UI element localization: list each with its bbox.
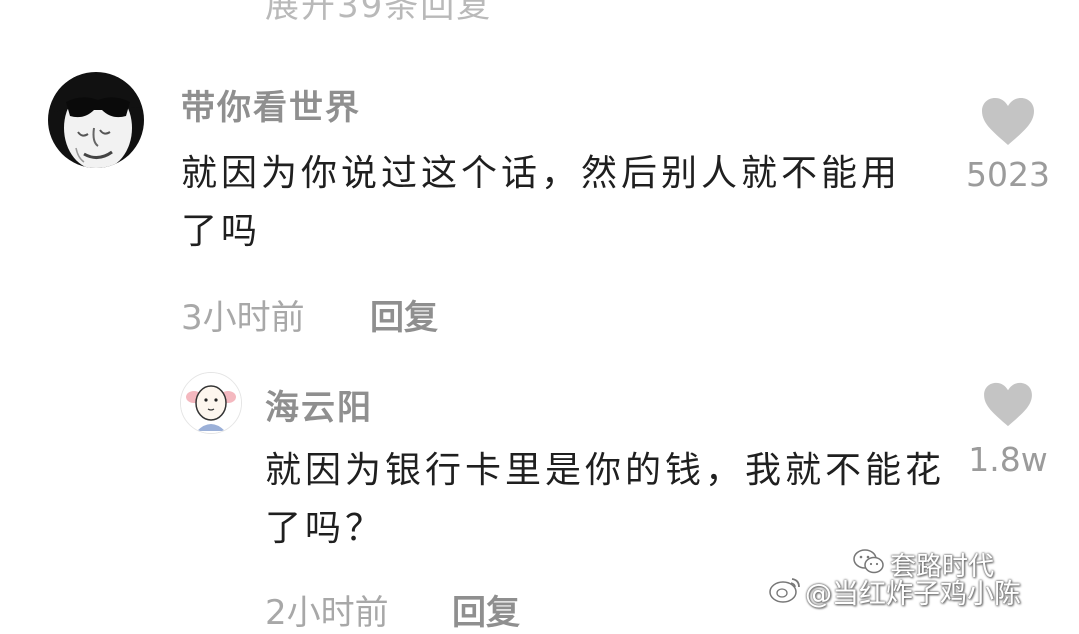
like-button[interactable] — [982, 382, 1034, 428]
comment-username[interactable]: 海云阳 — [265, 380, 373, 429]
reply-button[interactable]: 回复 — [370, 290, 438, 339]
comment-timestamp: 2小时前 — [265, 593, 389, 633]
avatar[interactable] — [180, 372, 242, 434]
comment-text: 就因为你说过这个话，然后别人就不能用了吗 — [181, 153, 902, 252]
reply-button[interactable]: 回复 — [452, 585, 520, 634]
weibo-icon — [768, 574, 802, 604]
avatar[interactable] — [48, 72, 144, 168]
like-button[interactable] — [980, 97, 1036, 147]
like-count: 1.8w — [968, 440, 1048, 479]
comment-text: 就因为银行卡里是你的钱，我就不能花了吗？ — [265, 450, 946, 549]
weibo-account-watermark: @当红炸子鸡小陈 — [805, 579, 1021, 610]
meme-face-avatar-icon — [48, 72, 144, 168]
heart-icon — [984, 382, 1032, 427]
cartoon-pig-avatar-icon — [181, 373, 241, 433]
comment-username[interactable]: 带你看世界 — [181, 80, 361, 129]
expand-replies-link[interactable]: 展开39条回复 — [265, 0, 492, 27]
heart-icon — [982, 98, 1034, 145]
comment-timestamp: 3小时前 — [181, 298, 305, 338]
like-count: 5023 — [966, 155, 1050, 194]
